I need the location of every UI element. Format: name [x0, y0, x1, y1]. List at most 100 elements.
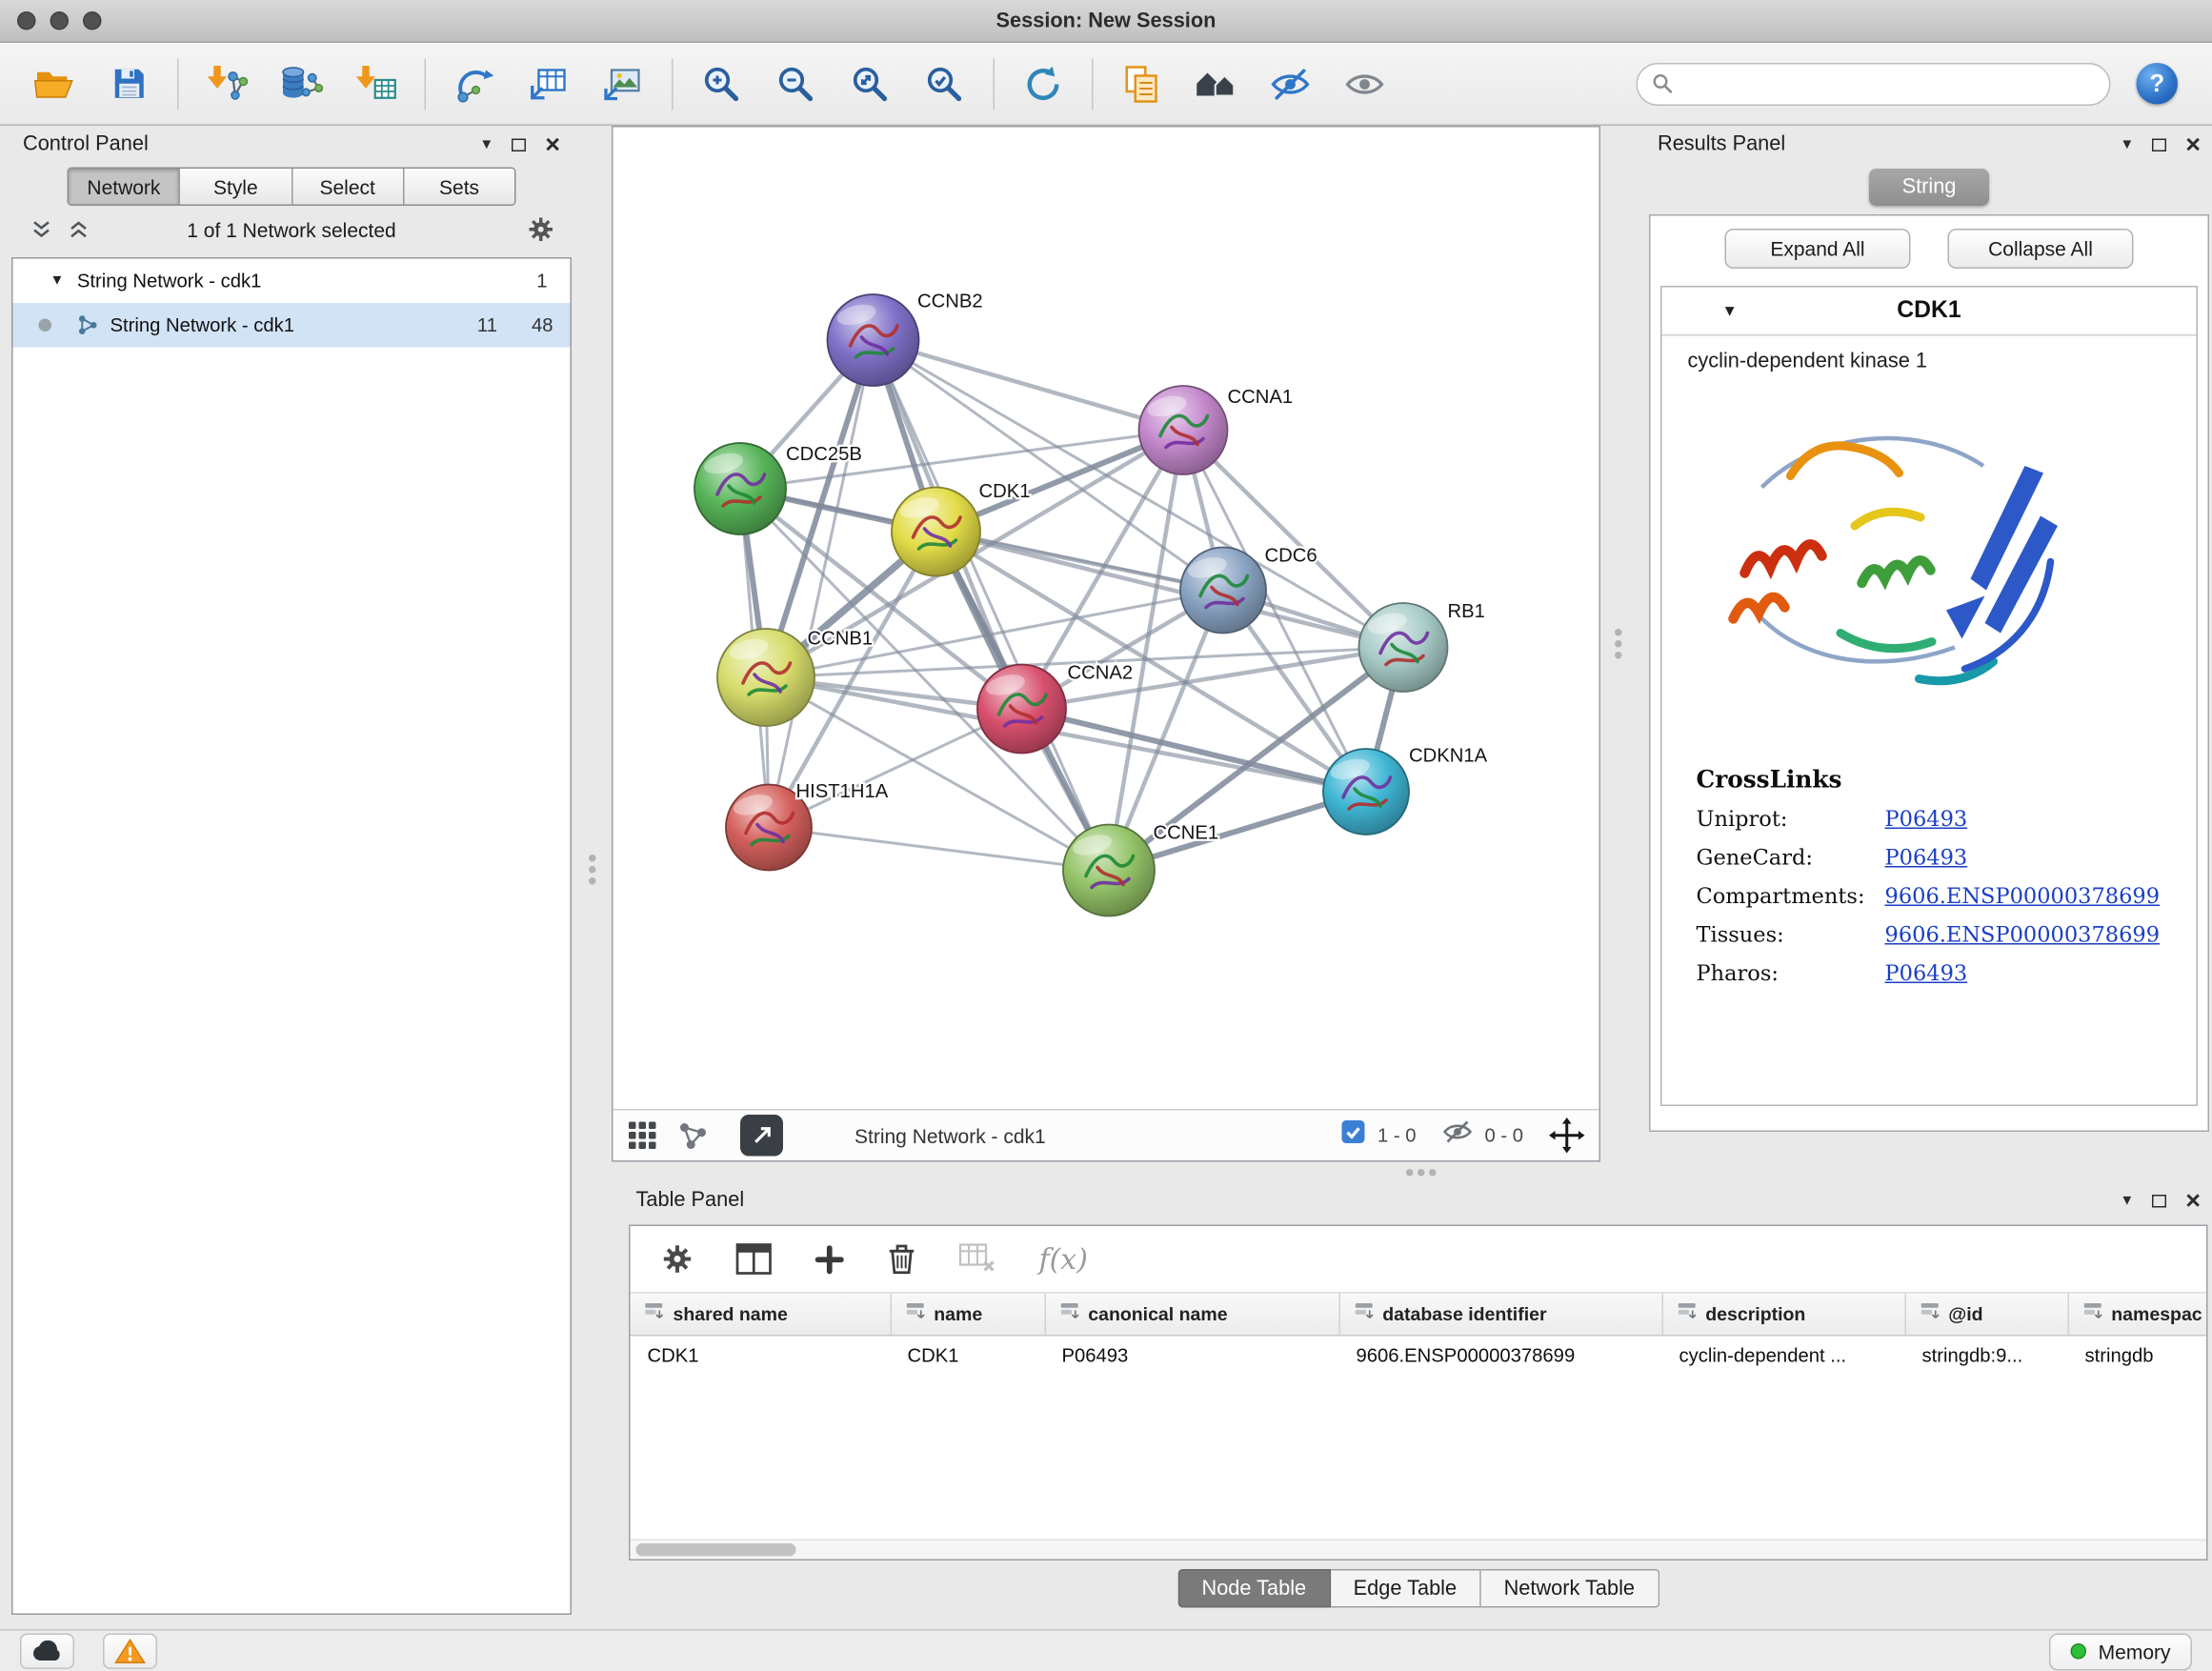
- crosslink-value-link[interactable]: 9606.ENSP00000378699: [1885, 922, 2161, 948]
- create-column-plus-icon[interactable]: [814, 1244, 845, 1275]
- import-table-from-file-button[interactable]: [339, 50, 413, 116]
- splitter-handle[interactable]: [589, 855, 596, 862]
- open-session-button[interactable]: [17, 50, 91, 116]
- tab-node-table[interactable]: Node Table: [1177, 1569, 1331, 1608]
- column-header-name[interactable]: name: [891, 1294, 1045, 1336]
- column-header-shared-name[interactable]: shared name: [631, 1294, 891, 1336]
- delete-column-trash-icon[interactable]: [888, 1242, 916, 1277]
- column-header-canonical-name[interactable]: canonical name: [1045, 1294, 1339, 1336]
- network-edge[interactable]: [874, 340, 1184, 431]
- network-edge[interactable]: [874, 340, 1110, 871]
- network-node-ccne1[interactable]: [1063, 825, 1155, 916]
- crosslink-value-link[interactable]: P06493: [1885, 806, 1968, 832]
- network-edge[interactable]: [936, 532, 1404, 648]
- network-collection-row[interactable]: ▼ String Network - cdk1 1: [13, 259, 571, 304]
- tab-style[interactable]: Style: [179, 169, 291, 205]
- save-session-button[interactable]: [91, 50, 166, 116]
- network-node-cdc25b[interactable]: [694, 443, 786, 534]
- gene-card-header[interactable]: ▼ CDK1: [1662, 288, 2197, 336]
- table-cell[interactable]: cyclin-dependent ...: [1662, 1335, 1905, 1375]
- tab-string[interactable]: String: [1869, 169, 1989, 206]
- copy-style-button[interactable]: [1105, 50, 1179, 116]
- table-cell[interactable]: stringdb:9...: [1905, 1335, 2068, 1375]
- crosslink-value-link[interactable]: P06493: [1885, 845, 1968, 871]
- table-options-gear-icon[interactable]: [662, 1243, 694, 1275]
- crosslink-value-link[interactable]: 9606.ENSP00000378699: [1885, 883, 2161, 909]
- network-canvas[interactable]: CCNB2CCNA1CDC25BCDK1CDC6RB1CCNB1CCNA2CDK…: [613, 128, 1599, 1110]
- panel-close-icon[interactable]: ×: [2185, 1194, 2201, 1208]
- scrollbar-thumb[interactable]: [636, 1543, 796, 1557]
- tab-select[interactable]: Select: [291, 169, 402, 205]
- warnings-button[interactable]: [103, 1634, 157, 1670]
- memory-button[interactable]: Memory: [2050, 1633, 2192, 1670]
- tab-network-table[interactable]: Network Table: [1481, 1569, 1659, 1608]
- import-network-from-database-button[interactable]: [265, 50, 339, 116]
- panel-menu-icon[interactable]: ▼: [479, 136, 493, 152]
- column-header-description[interactable]: description: [1662, 1294, 1905, 1336]
- export-image-button[interactable]: [586, 50, 660, 116]
- refresh-view-button[interactable]: [1006, 50, 1080, 116]
- column-header-namespac[interactable]: namespac: [2068, 1294, 2207, 1336]
- search-input[interactable]: [1682, 73, 2096, 95]
- gene-collapse-icon[interactable]: ▼: [1722, 302, 1738, 319]
- panel-menu-icon[interactable]: ▼: [2120, 136, 2134, 152]
- node-table[interactable]: shared namenamecanonical namedatabase id…: [631, 1294, 2207, 1376]
- zoom-fit-button[interactable]: [834, 50, 908, 116]
- tab-edge-table[interactable]: Edge Table: [1331, 1569, 1481, 1608]
- network-options-gear-icon[interactable]: [528, 216, 555, 248]
- network-edge[interactable]: [769, 340, 874, 828]
- export-table-button[interactable]: [512, 50, 586, 116]
- network-node-cdc6[interactable]: [1180, 548, 1266, 634]
- panel-menu-icon[interactable]: ▼: [2120, 1193, 2134, 1209]
- help-button[interactable]: ?: [2137, 63, 2179, 105]
- panel-float-icon[interactable]: [513, 138, 527, 151]
- table-cell[interactable]: stringdb: [2068, 1335, 2207, 1375]
- table-row[interactable]: CDK1CDK1P064939606.ENSP00000378699cyclin…: [631, 1335, 2207, 1375]
- hide-selected-button[interactable]: [1254, 50, 1328, 116]
- pan-mode-icon[interactable]: [1549, 1117, 1585, 1154]
- column-header-id[interactable]: @id: [1905, 1294, 2068, 1336]
- cloud-status-button[interactable]: [20, 1634, 74, 1670]
- birdseye-view-icon[interactable]: [677, 1119, 709, 1151]
- network-node-ccna1[interactable]: [1139, 386, 1228, 474]
- show-columns-icon[interactable]: [736, 1243, 773, 1275]
- expand-all-networks-icon[interactable]: [69, 220, 89, 243]
- splitter-handle[interactable]: [1615, 629, 1622, 636]
- network-edge[interactable]: [769, 828, 1109, 871]
- panel-close-icon[interactable]: ×: [2185, 137, 2201, 151]
- window-zoom-button[interactable]: [83, 11, 102, 30]
- function-builder-icon[interactable]: f(x): [1039, 1242, 1088, 1277]
- network-node-ccna2[interactable]: [977, 665, 1066, 754]
- crosslink-value-link[interactable]: P06493: [1885, 960, 1968, 986]
- zoom-selected-button[interactable]: [908, 50, 982, 116]
- column-header-database-identifier[interactable]: database identifier: [1339, 1294, 1662, 1336]
- detach-view-button[interactable]: [740, 1115, 783, 1157]
- tree-expand-icon[interactable]: ▼: [50, 273, 65, 290]
- tab-network[interactable]: Network: [69, 169, 179, 205]
- show-all-button[interactable]: [1328, 50, 1402, 116]
- new-network-from-selection-button[interactable]: [437, 50, 512, 116]
- table-cell[interactable]: CDK1: [891, 1335, 1045, 1375]
- splitter-handle[interactable]: [1406, 1169, 1414, 1177]
- panel-float-icon[interactable]: [2153, 1194, 2167, 1207]
- grid-view-icon[interactable]: [628, 1120, 658, 1151]
- import-network-from-file-button[interactable]: [191, 50, 265, 116]
- network-node-rb1[interactable]: [1359, 603, 1448, 692]
- collapse-all-button[interactable]: Collapse All: [1948, 229, 2134, 269]
- expand-all-button[interactable]: Expand All: [1725, 229, 1911, 269]
- zoom-in-button[interactable]: [685, 50, 759, 116]
- table-horizontal-scrollbar[interactable]: [631, 1540, 2207, 1560]
- table-cell[interactable]: 9606.ENSP00000378699: [1339, 1335, 1662, 1375]
- window-close-button[interactable]: [17, 11, 36, 30]
- network-row[interactable]: String Network - cdk1 11 48: [13, 303, 571, 348]
- network-node-ccnb1[interactable]: [717, 629, 814, 726]
- table-cell[interactable]: CDK1: [631, 1335, 891, 1375]
- collapse-all-networks-icon[interactable]: [31, 220, 51, 243]
- tab-sets[interactable]: Sets: [403, 169, 514, 205]
- network-node-cdkn1a[interactable]: [1323, 749, 1409, 835]
- delete-table-icon[interactable]: [959, 1243, 996, 1275]
- table-cell[interactable]: P06493: [1045, 1335, 1339, 1375]
- zoom-out-button[interactable]: [759, 50, 834, 116]
- navigator-button[interactable]: [1179, 50, 1254, 116]
- network-node-ccnb2[interactable]: [828, 294, 919, 386]
